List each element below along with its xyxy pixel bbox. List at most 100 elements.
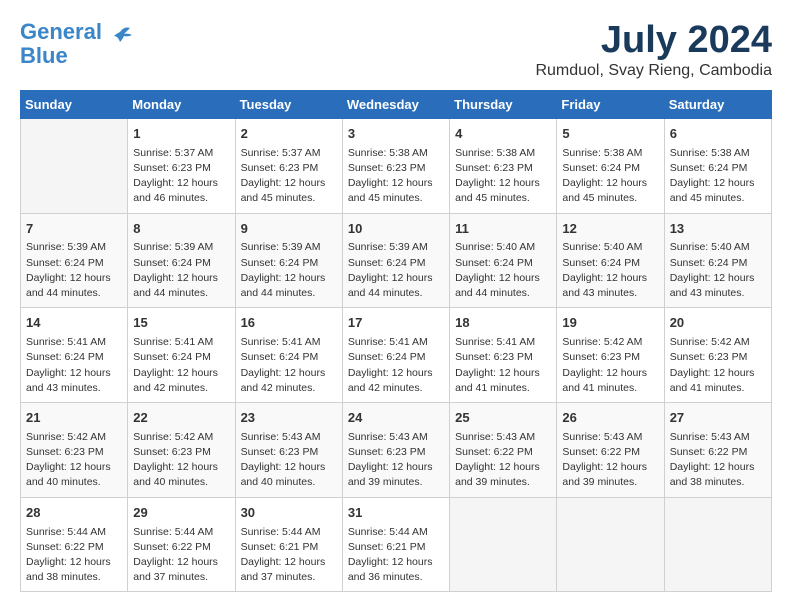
cell-content: Sunrise: 5:43 AM Sunset: 6:22 PM Dayligh… — [455, 430, 551, 491]
calendar-cell: 17Sunrise: 5:41 AM Sunset: 6:24 PM Dayli… — [342, 308, 449, 403]
day-number: 11 — [455, 220, 551, 239]
cell-content: Sunrise: 5:44 AM Sunset: 6:21 PM Dayligh… — [241, 525, 337, 586]
calendar-cell: 25 Sunrise: 5:43 AM Sunset: 6:22 PM Dayli… — [450, 402, 557, 497]
calendar-cell: 13Sunrise: 5:40 AM Sunset: 6:24 PM Dayli… — [664, 213, 771, 308]
calendar-cell: 29 Sunrise: 5:44 AM Sunset: 6:22 PM Dayli… — [128, 497, 235, 592]
calendar-cell: 11Sunrise: 5:40 AM Sunset: 6:24 PM Dayli… — [450, 213, 557, 308]
cell-content: Sunrise: 5:43 AM Sunset: 6:22 PM Dayligh… — [670, 430, 766, 491]
cell-content: Sunrise: 5:41 AM Sunset: 6:24 PM Dayligh… — [133, 335, 229, 396]
logo-bird-icon — [106, 24, 134, 57]
cell-content: Sunrise: 5:44 AM Sunset: 6:21 PM Dayligh… — [348, 525, 444, 586]
logo: General Blue — [20, 20, 134, 68]
header-row: SundayMondayTuesdayWednesdayThursdayFrid… — [21, 90, 772, 118]
day-header-sunday: Sunday — [21, 90, 128, 118]
cell-content: Sunrise: 5:40 AM Sunset: 6:24 PM Dayligh… — [562, 240, 658, 301]
cell-content: Sunrise: 5:44 AM Sunset: 6:22 PM Dayligh… — [133, 525, 229, 586]
day-number: 9 — [241, 220, 337, 239]
calendar-cell: 8Sunrise: 5:39 AM Sunset: 6:24 PM Daylig… — [128, 213, 235, 308]
title-section: July 2024 Rumduol, Svay Rieng, Cambodia — [535, 20, 772, 80]
month-year-title: July 2024 — [535, 20, 772, 62]
day-number: 18 — [455, 314, 551, 333]
cell-content: Sunrise: 5:44 AM Sunset: 6:22 PM Dayligh… — [26, 525, 122, 586]
calendar-cell: 2Sunrise: 5:37 AM Sunset: 6:23 PM Daylig… — [235, 118, 342, 213]
day-number: 22 — [133, 409, 229, 428]
day-number: 25 — [455, 409, 551, 428]
day-header-tuesday: Tuesday — [235, 90, 342, 118]
cell-content: Sunrise: 5:42 AM Sunset: 6:23 PM Dayligh… — [562, 335, 658, 396]
calendar-cell: 31Sunrise: 5:44 AM Sunset: 6:21 PM Dayli… — [342, 497, 449, 592]
day-number: 21 — [26, 409, 122, 428]
day-number: 26 — [562, 409, 658, 428]
day-number: 5 — [562, 125, 658, 144]
location-subtitle: Rumduol, Svay Rieng, Cambodia — [535, 62, 772, 80]
day-number: 23 — [241, 409, 337, 428]
calendar-cell: 3Sunrise: 5:38 AM Sunset: 6:23 PM Daylig… — [342, 118, 449, 213]
calendar-cell: 21 Sunrise: 5:42 AM Sunset: 6:23 PM Dayli… — [21, 402, 128, 497]
cell-content: Sunrise: 5:38 AM Sunset: 6:24 PM Dayligh… — [562, 146, 658, 207]
day-header-monday: Monday — [128, 90, 235, 118]
cell-content: Sunrise: 5:41 AM Sunset: 6:23 PM Dayligh… — [455, 335, 551, 396]
cell-content: Sunrise: 5:38 AM Sunset: 6:24 PM Dayligh… — [670, 146, 766, 207]
calendar-cell: 14Sunrise: 5:41 AM Sunset: 6:24 PM Dayli… — [21, 308, 128, 403]
day-header-saturday: Saturday — [664, 90, 771, 118]
day-number: 7 — [26, 220, 122, 239]
day-number: 20 — [670, 314, 766, 333]
cell-content: Sunrise: 5:37 AM Sunset: 6:23 PM Dayligh… — [133, 146, 229, 207]
day-number: 15 — [133, 314, 229, 333]
calendar-cell — [664, 497, 771, 592]
cell-content: Sunrise: 5:37 AM Sunset: 6:23 PM Dayligh… — [241, 146, 337, 207]
calendar-cell: 28 Sunrise: 5:44 AM Sunset: 6:22 PM Dayli… — [21, 497, 128, 592]
cell-content: Sunrise: 5:42 AM Sunset: 6:23 PM Dayligh… — [26, 430, 122, 491]
day-number: 14 — [26, 314, 122, 333]
calendar-cell: 20Sunrise: 5:42 AM Sunset: 6:23 PM Dayli… — [664, 308, 771, 403]
calendar-cell: 5 Sunrise: 5:38 AM Sunset: 6:24 PM Daylig… — [557, 118, 664, 213]
day-number: 16 — [241, 314, 337, 333]
calendar-cell: 27 Sunrise: 5:43 AM Sunset: 6:22 PM Dayli… — [664, 402, 771, 497]
cell-content: Sunrise: 5:40 AM Sunset: 6:24 PM Dayligh… — [455, 240, 551, 301]
logo-text: General Blue — [20, 20, 102, 68]
calendar-cell — [557, 497, 664, 592]
day-number: 28 — [26, 504, 122, 523]
calendar-cell: 10Sunrise: 5:39 AM Sunset: 6:24 PM Dayli… — [342, 213, 449, 308]
calendar-cell: 22 Sunrise: 5:42 AM Sunset: 6:23 PM Dayli… — [128, 402, 235, 497]
day-number: 3 — [348, 125, 444, 144]
calendar-cell: 7Sunrise: 5:39 AM Sunset: 6:24 PM Daylig… — [21, 213, 128, 308]
day-header-wednesday: Wednesday — [342, 90, 449, 118]
cell-content: Sunrise: 5:43 AM Sunset: 6:23 PM Dayligh… — [241, 430, 337, 491]
calendar-cell: 26Sunrise: 5:43 AM Sunset: 6:22 PM Dayli… — [557, 402, 664, 497]
cell-content: Sunrise: 5:41 AM Sunset: 6:24 PM Dayligh… — [348, 335, 444, 396]
calendar-cell: 24Sunrise: 5:43 AM Sunset: 6:23 PM Dayli… — [342, 402, 449, 497]
day-number: 13 — [670, 220, 766, 239]
cell-content: Sunrise: 5:38 AM Sunset: 6:23 PM Dayligh… — [455, 146, 551, 207]
calendar-cell: 19 Sunrise: 5:42 AM Sunset: 6:23 PM Dayli… — [557, 308, 664, 403]
calendar-cell: 30 Sunrise: 5:44 AM Sunset: 6:21 PM Dayli… — [235, 497, 342, 592]
calendar-cell: 9Sunrise: 5:39 AM Sunset: 6:24 PM Daylig… — [235, 213, 342, 308]
logo-general: General — [20, 19, 102, 44]
week-row-2: 7 Sunrise: 5:39 AM Sunset: 6:24 PM Daylig… — [21, 213, 772, 308]
cell-content: Sunrise: 5:43 AM Sunset: 6:23 PM Dayligh… — [348, 430, 444, 491]
calendar-cell — [21, 118, 128, 213]
cell-content: Sunrise: 5:41 AM Sunset: 6:24 PM Dayligh… — [241, 335, 337, 396]
cell-content: Sunrise: 5:40 AM Sunset: 6:24 PM Dayligh… — [670, 240, 766, 301]
day-number: 29 — [133, 504, 229, 523]
cell-content: Sunrise: 5:42 AM Sunset: 6:23 PM Dayligh… — [133, 430, 229, 491]
day-number: 4 — [455, 125, 551, 144]
calendar-cell: 4 Sunrise: 5:38 AM Sunset: 6:23 PM Daylig… — [450, 118, 557, 213]
week-row-4: 21 Sunrise: 5:42 AM Sunset: 6:23 PM Dayli… — [21, 402, 772, 497]
header: General Blue July 2024 Rumduol, Svay Rie… — [20, 20, 772, 80]
calendar-cell: 1 Sunrise: 5:37 AM Sunset: 6:23 PM Daylig… — [128, 118, 235, 213]
cell-content: Sunrise: 5:39 AM Sunset: 6:24 PM Dayligh… — [348, 240, 444, 301]
calendar-cell: 15 Sunrise: 5:41 AM Sunset: 6:24 PM Dayli… — [128, 308, 235, 403]
cell-content: Sunrise: 5:39 AM Sunset: 6:24 PM Dayligh… — [241, 240, 337, 301]
calendar-cell: 12Sunrise: 5:40 AM Sunset: 6:24 PM Dayli… — [557, 213, 664, 308]
day-number: 1 — [133, 125, 229, 144]
calendar-cell: 23 Sunrise: 5:43 AM Sunset: 6:23 PM Dayli… — [235, 402, 342, 497]
calendar-cell — [450, 497, 557, 592]
day-number: 27 — [670, 409, 766, 428]
day-number: 19 — [562, 314, 658, 333]
day-number: 30 — [241, 504, 337, 523]
day-number: 10 — [348, 220, 444, 239]
day-header-friday: Friday — [557, 90, 664, 118]
day-number: 12 — [562, 220, 658, 239]
week-row-1: 1 Sunrise: 5:37 AM Sunset: 6:23 PM Daylig… — [21, 118, 772, 213]
